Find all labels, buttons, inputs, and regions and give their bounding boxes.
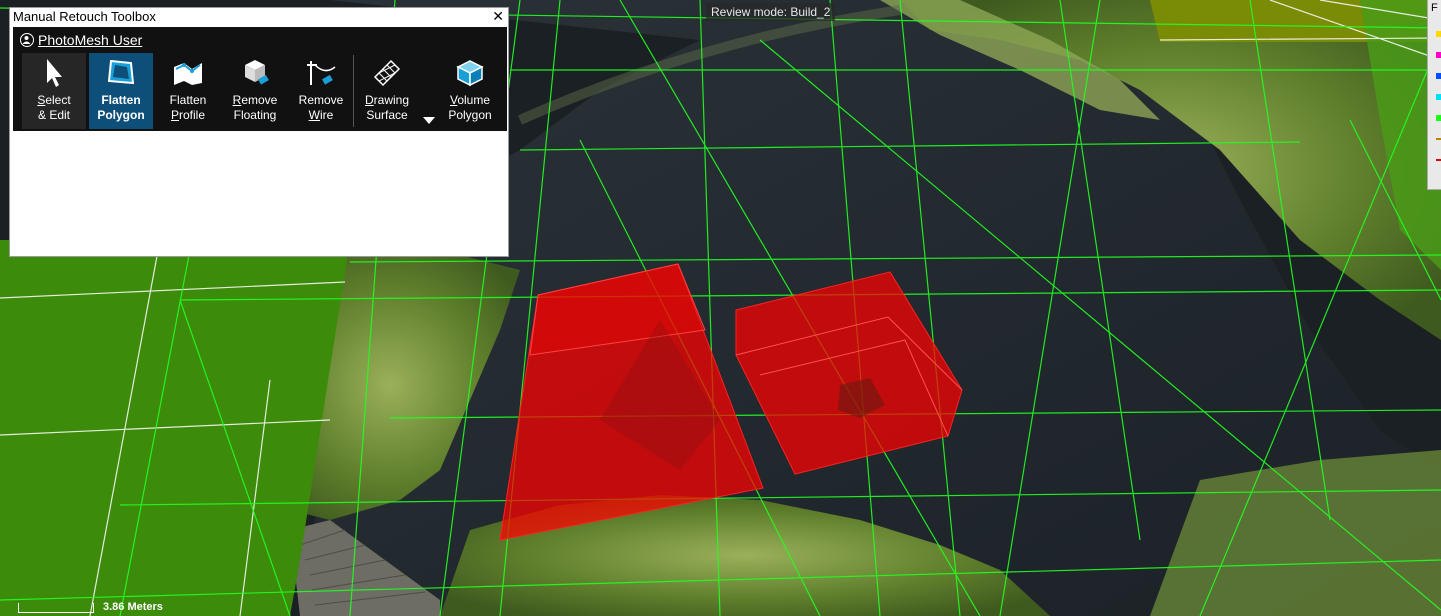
legend-panel: F	[1427, 0, 1441, 190]
legend-line-red	[1436, 159, 1441, 161]
user-link[interactable]: PhotoMesh User	[20, 31, 142, 49]
remove-floating-icon	[245, 60, 269, 85]
legend-swatch-cyan	[1436, 94, 1441, 100]
user-name: PhotoMesh User	[38, 32, 143, 48]
toolbox-ribbon: PhotoMesh User Select & Edit Flatten Pol…	[13, 27, 507, 131]
remove-wire-button[interactable]: Remove Wire	[289, 53, 353, 129]
remove-wire-icon	[307, 61, 336, 85]
drawing-surface-icon	[373, 59, 401, 87]
legend-swatch-blue	[1436, 73, 1441, 79]
toolbox-title: Manual Retouch Toolbox	[13, 9, 156, 24]
select-edit-button[interactable]: Select & Edit	[22, 53, 86, 129]
scale-bar	[18, 603, 94, 613]
drawing-surface-button[interactable]: Drawing Surface	[356, 53, 418, 129]
scale-label: 3.86 Meters	[103, 601, 163, 613]
flatten-polygon-icon	[107, 59, 135, 85]
legend-line-brown	[1436, 138, 1441, 140]
toolbox-titlebar[interactable]: Manual Retouch Toolbox ✕	[10, 8, 508, 25]
flatten-profile-icon	[174, 63, 202, 85]
legend-swatch-magenta	[1436, 52, 1441, 58]
flatten-polygon-button[interactable]: Flatten Polygon	[89, 53, 153, 129]
legend-swatch-green	[1436, 115, 1441, 121]
cursor-icon	[47, 59, 62, 87]
volume-polygon-icon	[456, 60, 484, 87]
terrain-plane-left	[0, 240, 350, 616]
legend-header: F	[1431, 2, 1438, 14]
ribbon-separator	[353, 55, 354, 127]
remove-floating-button[interactable]: Remove Floating	[223, 53, 287, 129]
legend-swatch-yellow	[1436, 31, 1441, 37]
flatten-profile-button[interactable]: Flatten Profile	[156, 53, 220, 129]
chevron-down-icon[interactable]	[423, 117, 435, 124]
close-icon[interactable]: ✕	[492, 8, 504, 25]
review-mode-label: Review mode: Build_2	[706, 3, 836, 21]
manual-retouch-toolbox: Manual Retouch Toolbox ✕ PhotoMesh User …	[9, 7, 509, 257]
user-icon	[20, 33, 34, 47]
volume-polygon-button[interactable]: Volume Polygon	[438, 53, 502, 129]
